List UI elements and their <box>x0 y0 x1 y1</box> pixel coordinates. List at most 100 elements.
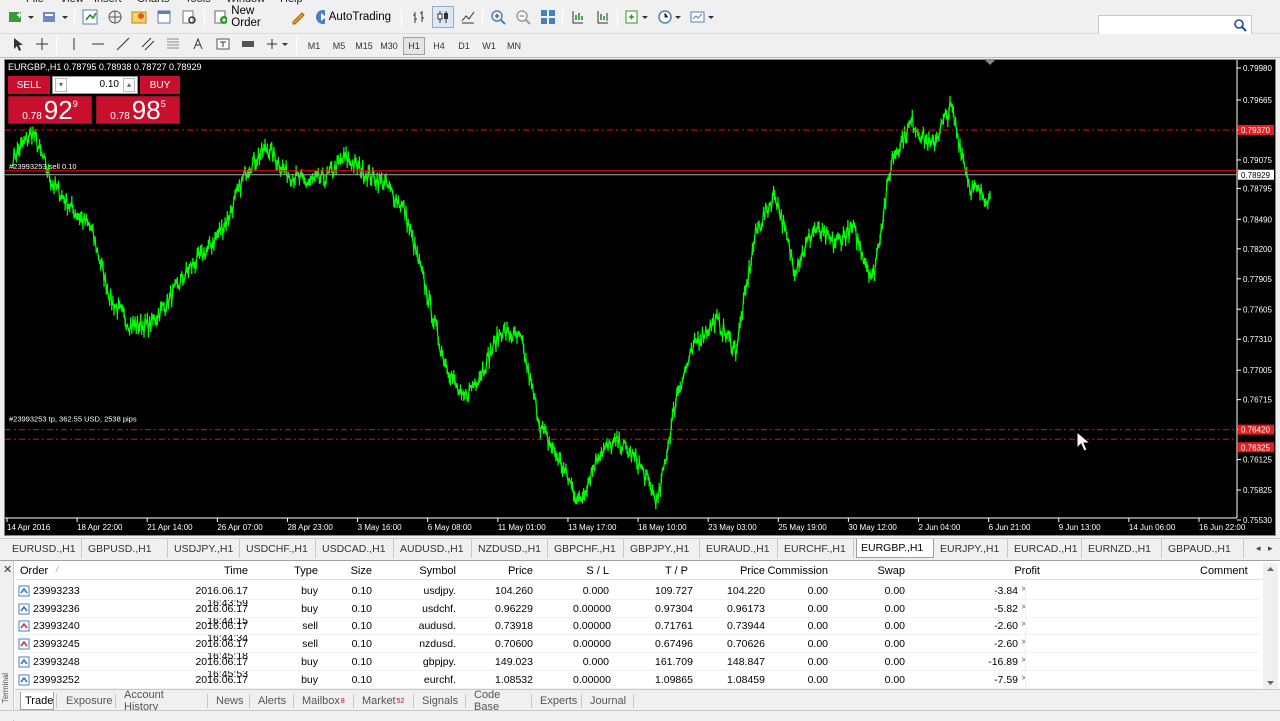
terminal-tab-alerts[interactable]: Alerts <box>254 692 294 710</box>
timeframe-w1[interactable]: W1 <box>478 37 500 55</box>
col-header-order[interactable]: Order <box>20 565 80 577</box>
fibonacci-icon[interactable] <box>163 34 183 54</box>
chart-tab-eurcadh1[interactable]: EURCAD.,H1 <box>1010 539 1082 558</box>
menu-view[interactable]: View <box>60 0 84 5</box>
chart-tab-eurnzdh1[interactable]: EURNZD.,H1 <box>1084 539 1162 558</box>
terminal-tab-signals[interactable]: Signals <box>418 692 466 710</box>
terminal-tab-trade[interactable]: Trade <box>20 692 57 710</box>
auto-trading-button[interactable]: AutoTrading <box>311 6 395 28</box>
arrows-icon[interactable] <box>238 34 258 54</box>
trade-row[interactable]: 23993248 2016.06.17 16:45:53 buy 0.10 gbpjpy… <box>15 652 1260 680</box>
shapes-dropdown-icon[interactable] <box>263 34 291 54</box>
cursor-icon[interactable] <box>8 34 28 54</box>
terminal-tab-experts[interactable]: Experts <box>536 692 582 710</box>
chart-tab-eurjpyh1[interactable]: EURJPY.,H1 <box>936 539 1008 558</box>
timeframe-h4[interactable]: H4 <box>428 37 450 55</box>
chart-tab-gbpchfh1[interactable]: GBPCHF.,H1 <box>550 539 624 558</box>
col-header-size[interactable]: Size <box>345 565 372 577</box>
equidistant-channel-icon[interactable] <box>138 34 158 54</box>
candlestick-icon[interactable] <box>432 6 454 28</box>
chart-tab-eurchfh1[interactable]: EURCHF.,H1 <box>780 539 854 558</box>
terminal-scrollbar[interactable] <box>1263 563 1278 689</box>
text-label-icon[interactable] <box>213 34 233 54</box>
tabs-scroll-left-icon[interactable]: ◂ <box>1256 543 1261 554</box>
col-header-tp[interactable]: T / P <box>655 565 688 577</box>
col-header-time[interactable]: Time <box>165 565 248 577</box>
line-chart-icon[interactable] <box>457 6 479 28</box>
tabs-scroll-right-icon[interactable]: ▸ <box>1268 543 1273 554</box>
terminal-tab-news[interactable]: News <box>212 692 250 710</box>
profiles-icon[interactable] <box>40 6 70 28</box>
chart-tab-euraudh1[interactable]: EURAUD.,H1 <box>702 539 778 558</box>
templates-icon[interactable] <box>688 6 718 28</box>
lot-decrease-icon[interactable]: ▾ <box>55 78 67 92</box>
chart-tab-usdjpyh1[interactable]: USDJPY.,H1 <box>170 539 240 558</box>
col-header-comment[interactable]: Comment <box>1200 565 1260 577</box>
trade-row[interactable]: 23993245 2016.06.17 16:45:18 sell 0.10 nzdus… <box>15 635 1260 662</box>
periods-icon[interactable] <box>655 6 685 28</box>
chart-tab-audusdh1[interactable]: AUDUSD.,H1 <box>396 539 472 558</box>
col-header-type[interactable]: Type <box>283 565 318 577</box>
sell-price-box[interactable]: 0.78 92 9 <box>8 96 92 124</box>
autoscroll-icon[interactable] <box>567 6 589 28</box>
chart-tab-nzdusdh1[interactable]: NZDUSD.,H1 <box>474 539 548 558</box>
terminal-tab-code-base[interactable]: Code Base <box>470 689 532 713</box>
buy-button[interactable]: BUY <box>140 76 180 94</box>
close-icon[interactable]: ✕ <box>3 563 12 576</box>
timeframe-m1[interactable]: M1 <box>303 37 325 55</box>
terminal-tab-account-history[interactable]: Account History <box>120 689 208 713</box>
col-header-price[interactable]: Price <box>718 565 765 577</box>
chart-shift-icon[interactable] <box>592 6 614 28</box>
trade-row[interactable]: 239932522016.06.17 16:46:38buy0.10eurchf… <box>15 670 1260 698</box>
timeframe-mn[interactable]: MN <box>503 37 525 55</box>
zoom-in-icon[interactable] <box>487 6 509 28</box>
terminal-icon[interactable] <box>153 6 175 28</box>
col-header-commission[interactable]: Commission <box>763 565 828 577</box>
chart-tab-eurusdh1[interactable]: EURUSD.,H1 <box>8 539 82 558</box>
chart-tab-usdcadh1[interactable]: USDCAD.,H1 <box>318 539 394 558</box>
strategy-tester-icon[interactable] <box>178 6 200 28</box>
new-chart-icon[interactable] <box>6 6 36 28</box>
sell-button[interactable]: SELL <box>8 76 50 94</box>
col-header-symbol[interactable]: Symbol <box>400 565 456 577</box>
menu-help[interactable]: Help <box>280 0 303 5</box>
timeframe-m15[interactable]: M15 <box>353 37 375 55</box>
chart-tab-gbpusdh1[interactable]: GBPUSD.,H1 <box>84 539 168 558</box>
col-header-swap[interactable]: Swap <box>865 565 905 577</box>
timeframe-m30[interactable]: M30 <box>378 37 400 55</box>
market-watch-icon[interactable] <box>79 6 101 28</box>
trade-row[interactable]: 23993233 2016.06.17 16:43:59 buy 0.10 usdjpy… <box>15 582 1260 609</box>
col-header-profit[interactable]: Profit <box>995 565 1040 577</box>
search-input[interactable] <box>1098 15 1252 36</box>
terminal-tab-journal[interactable]: Journal <box>586 692 634 710</box>
data-window-icon[interactable] <box>104 6 126 28</box>
price-chart[interactable]: 0.79980 0.79665 0.79370 0.79075 0.78795 0.784… <box>5 60 1275 535</box>
tile-windows-icon[interactable] <box>537 6 559 28</box>
zoom-out-icon[interactable] <box>512 6 534 28</box>
new-order-button[interactable]: New Order <box>209 5 285 29</box>
chart-window[interactable]: 0.79980 0.79665 0.79370 0.79075 0.78795 0.784… <box>4 59 1276 536</box>
horizontal-line-icon[interactable] <box>88 34 108 54</box>
trendline-icon[interactable] <box>113 34 133 54</box>
bar-chart-icon[interactable] <box>408 6 430 28</box>
chart-tab-gbpaudh1[interactable]: GBPAUD.,H1 <box>1164 539 1244 558</box>
chart-tab-eurgbph1[interactable]: EURGBP.,H1 <box>856 539 934 558</box>
col-header-sl[interactable]: S / L <box>573 565 609 577</box>
terminal-tab-mailbox[interactable]: Mailbox 8 <box>298 692 354 710</box>
metaeditor-icon[interactable] <box>288 6 308 28</box>
chart-tab-usdchfh1[interactable]: USDCHF.,H1 <box>242 539 316 558</box>
indicators-icon[interactable] <box>622 6 652 28</box>
timeframe-h1[interactable]: H1 <box>403 37 425 55</box>
text-icon[interactable] <box>188 34 208 54</box>
menu-insert[interactable]: Insert <box>94 0 122 5</box>
navigator-icon[interactable] <box>128 6 150 28</box>
buy-price-box[interactable]: 0.78 98 5 <box>96 96 180 124</box>
terminal-tab-exposure[interactable]: Exposure <box>62 692 116 710</box>
menu-tools[interactable]: Tools <box>185 0 211 5</box>
menu-charts[interactable]: Charts <box>137 0 169 5</box>
chart-tab-gbpjpyh1[interactable]: GBPJPY.,H1 <box>626 539 700 558</box>
timeframe-m5[interactable]: M5 <box>328 37 350 55</box>
menu-file[interactable]: File <box>26 0 44 5</box>
terminal-tab-market[interactable]: Market 52 <box>358 692 414 710</box>
lot-size-field[interactable]: ▾ 0.10 ▴ <box>52 76 138 94</box>
